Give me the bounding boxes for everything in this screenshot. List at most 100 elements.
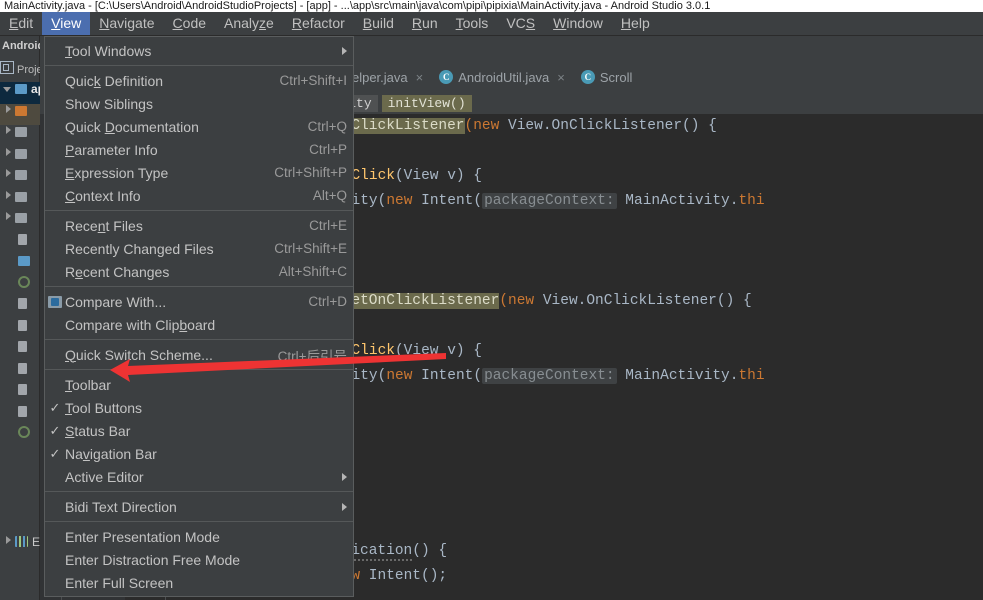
project-tool-window: Android Project app External Libraries: [0, 36, 40, 600]
menu-item-tool-buttons[interactable]: ✓ Tool Buttons: [45, 396, 353, 419]
menubar-item-analyze[interactable]: Analyze: [215, 12, 283, 35]
chevron-right-icon[interactable]: [6, 147, 11, 156]
chevron-right-icon: [342, 472, 347, 481]
menu-item-parameter-info[interactable]: Parameter Info Ctrl+P: [45, 138, 353, 161]
menu-item-status-bar[interactable]: ✓ Status Bar: [45, 419, 353, 442]
project-tree[interactable]: app: [0, 82, 40, 592]
menu-item-quick-switch-scheme[interactable]: Quick Switch Scheme... Ctrl+后引号: [45, 343, 353, 366]
tree-row[interactable]: [0, 383, 40, 405]
folder-orange-icon: [15, 105, 27, 116]
file-icon: [18, 298, 27, 309]
tree-row[interactable]: [0, 254, 40, 276]
menubar-item-refactor[interactable]: Refactor: [283, 12, 354, 35]
editor-tab[interactable]: C AndroidUtil.java ×: [431, 64, 573, 92]
tree-row[interactable]: [0, 340, 40, 362]
menu-item-quick-documentation[interactable]: Quick Documentation Ctrl+Q: [45, 115, 353, 138]
tree-row[interactable]: [0, 125, 40, 147]
tree-row[interactable]: [0, 405, 40, 427]
tree-row[interactable]: [0, 147, 40, 169]
menu-item-enter-distraction-free-mode[interactable]: Enter Distraction Free Mode: [45, 548, 353, 571]
compare-icon: [45, 295, 65, 308]
module-folder-icon: [15, 84, 27, 94]
structure-chip[interactable]: initView(): [381, 94, 472, 112]
menubar-item-edit[interactable]: Edit: [0, 12, 42, 35]
close-icon[interactable]: ×: [557, 70, 565, 85]
menubar-item-navigate[interactable]: Navigate: [90, 12, 163, 35]
tree-row[interactable]: [0, 168, 40, 190]
chevron-down-icon[interactable]: [3, 87, 11, 92]
menu-item-enter-full-screen[interactable]: Enter Full Screen: [45, 571, 353, 594]
menu-item-active-editor[interactable]: Active Editor: [45, 465, 353, 488]
tree-row[interactable]: [0, 233, 40, 255]
view-dropdown-menu[interactable]: Tool Windows Quick Definition Ctrl+Shift+I…: [44, 36, 354, 597]
chevron-right-icon[interactable]: [6, 104, 11, 113]
menubar-item-view[interactable]: View: [42, 12, 91, 35]
menu-bar: Edit View Navigate Code Analyze Refactor Build…: [0, 12, 983, 36]
menu-item-tool-windows[interactable]: Tool Windows: [45, 39, 353, 62]
menu-item-toolbar[interactable]: Toolbar: [45, 373, 353, 396]
chevron-right-icon[interactable]: [6, 169, 11, 177]
tree-row[interactable]: [0, 297, 40, 319]
code-token: Intent(: [412, 368, 483, 384]
menu-divider: [45, 286, 353, 287]
gradle-icon: [18, 426, 30, 438]
file-icon: [18, 362, 27, 374]
tree-row[interactable]: [0, 211, 40, 233]
tree-external-libraries[interactable]: External Libraries: [0, 535, 40, 557]
project-panel-title: Android: [2, 40, 40, 52]
menu-item-show-siblings[interactable]: Show Siblings: [45, 92, 353, 115]
code-token: (: [464, 118, 474, 134]
editor-tab[interactable]: C Scroll: [573, 64, 641, 92]
project-tool-button[interactable]: Project: [0, 60, 40, 80]
menu-item-label: Context Info: [65, 187, 141, 204]
code-token: thi: [738, 368, 765, 384]
code-token: MainActivity.: [616, 368, 739, 384]
folder-blue-icon: [18, 256, 30, 266]
code-token: setOnClickListener: [342, 293, 500, 309]
menu-item-context-info[interactable]: Context Info Alt+Q: [45, 184, 353, 207]
menu-item-label: Active Editor: [65, 468, 144, 485]
tree-row[interactable]: [0, 362, 40, 384]
menu-item-enter-presentation-mode[interactable]: Enter Presentation Mode: [45, 525, 353, 548]
folder-gray-icon: [15, 148, 27, 159]
tree-row[interactable]: [0, 190, 40, 212]
chevron-right-icon[interactable]: [6, 190, 11, 199]
menu-item-navigation-bar[interactable]: ✓ Navigation Bar: [45, 442, 353, 465]
library-icon: [15, 535, 28, 547]
chevron-right-icon[interactable]: [6, 212, 11, 220]
menubar-item-code[interactable]: Code: [164, 12, 215, 35]
close-icon[interactable]: ×: [416, 70, 424, 85]
menubar-item-help[interactable]: Help: [612, 12, 659, 35]
code-token: thi: [738, 193, 765, 209]
menubar-item-build[interactable]: Build: [354, 12, 403, 35]
menubar-item-vcs[interactable]: VCS: [497, 12, 544, 35]
tree-row[interactable]: [0, 319, 40, 341]
menu-divider: [45, 210, 353, 211]
menu-item-compare-with[interactable]: Compare With... Ctrl+D: [45, 290, 353, 313]
project-icon: [0, 61, 14, 74]
menu-item-compare-with-clipboard[interactable]: Compare with Clipboard: [45, 313, 353, 336]
menu-item-label: Parameter Info: [65, 141, 158, 158]
menu-item-shortcut: Ctrl+Shift+P: [274, 165, 347, 180]
menu-item-expression-type[interactable]: Expression Type Ctrl+Shift+P: [45, 161, 353, 184]
tree-row[interactable]: [0, 103, 40, 125]
menu-item-quick-definition[interactable]: Quick Definition Ctrl+Shift+I: [45, 69, 353, 92]
chevron-right-icon: [6, 535, 11, 544]
menubar-item-tools[interactable]: Tools: [447, 12, 498, 35]
project-button-label: Project: [17, 64, 40, 76]
menubar-item-run[interactable]: Run: [403, 12, 447, 35]
code-token: packageContext:: [482, 368, 617, 384]
tree-row[interactable]: app: [0, 82, 40, 104]
chevron-right-icon[interactable]: [6, 126, 11, 134]
menu-item-recent-changes[interactable]: Recent Changes Alt+Shift+C: [45, 260, 353, 283]
editor-tab-label: Scroll: [599, 69, 633, 85]
tree-row[interactable]: [0, 426, 40, 448]
file-icon: [18, 384, 27, 395]
menu-item-bidi-text-direction[interactable]: Bidi Text Direction: [45, 495, 353, 518]
menu-item-recent-files[interactable]: Recent Files Ctrl+E: [45, 214, 353, 237]
file-icon: [18, 341, 27, 352]
tree-row[interactable]: [0, 275, 40, 298]
code-token: new: [386, 193, 413, 209]
menu-item-recently-changed-files[interactable]: Recently Changed Files Ctrl+Shift+E: [45, 237, 353, 260]
menubar-item-window[interactable]: Window: [544, 12, 612, 35]
